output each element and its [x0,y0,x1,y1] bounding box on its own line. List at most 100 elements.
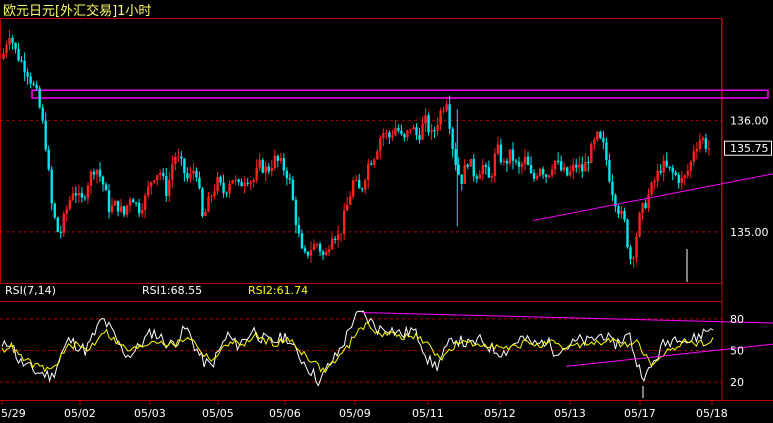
candle-body [553,160,557,170]
candle-body [572,164,575,172]
candle-body [17,48,20,61]
candle-body [62,214,65,234]
candle-body [348,196,352,205]
candle-body [373,159,376,165]
candle-body [578,164,581,168]
candle-body [339,233,343,235]
candle-body [297,225,301,234]
candle-body [587,161,590,163]
candle-body [599,131,602,139]
candle-body [8,37,11,45]
candle-body [237,179,240,182]
candle-body [86,185,90,198]
candle-body [424,115,427,124]
candle-body [493,153,497,176]
candle-body [2,53,5,60]
candle-body [605,142,608,161]
candle-body [436,124,439,131]
x-tick-label: 05/02 [64,407,96,420]
candle-body [701,138,705,141]
candle-body [321,251,325,256]
x-tick-label: 05/03 [134,407,166,420]
candle-body [445,104,448,111]
candle-body [35,84,38,89]
candle-body [668,166,671,168]
candle-body [137,203,141,214]
candle-body [189,173,192,179]
candle-body [122,206,126,215]
candle-body [204,211,207,216]
candle-body [113,200,117,206]
candle-body [581,164,584,172]
candle-body [635,236,638,258]
candle-body [680,177,683,184]
candle-body [409,129,412,131]
x-tick-label: 05/09 [339,407,371,420]
candle-body [258,159,261,168]
candle-body [333,238,337,240]
candle-body [611,181,614,196]
candle-body [354,180,358,182]
rsi-series-rsi2 [1,322,714,374]
candle-body [647,194,650,209]
candle-body [517,161,521,167]
candle-body [638,213,641,237]
candle-body [608,160,611,182]
candle-body [195,170,198,178]
candle-body [312,244,316,251]
x-tick-label: 05/17 [624,407,656,420]
candle-body [593,139,596,145]
candle-body [475,176,478,179]
chart-canvas: 135.75 136.00 135.00 80 50 20 5/29 05/02 05/03 05… [0,18,773,420]
candle-body [65,208,69,215]
candle-body [430,130,433,133]
candle-body [526,156,530,165]
candle-body [171,163,174,180]
price-tick-label: 135.75 [730,142,769,155]
candle-body [26,72,29,77]
candle-body [376,151,379,160]
candle-body [147,186,150,196]
candle-body [520,163,524,167]
candle-body [246,182,249,184]
candle-body [276,155,280,161]
candle-body [559,161,563,171]
rsi-tick-label: 80 [730,313,744,326]
candle-body [641,203,644,214]
candle-body [107,190,111,213]
candle-body [38,88,41,108]
candle-body [11,37,14,43]
x-tick-label: 05/06 [269,407,301,420]
candle-body [324,252,328,256]
resistance-band [31,89,769,99]
candle-body [523,156,527,164]
chart-stage: 欧元日元[外汇交易]1小时 RSI(7,14) RSI1:68.55 RSI2:… [0,0,773,423]
candle-body [632,257,635,260]
candle-body [5,44,8,54]
candle-body [659,170,662,173]
candle-body [370,163,373,165]
candle-body [288,178,292,180]
candle-body [421,123,424,140]
candle-body [629,247,632,260]
candle-body [391,135,394,138]
candle-body [671,167,674,173]
candle-body [255,167,258,181]
candle-body [484,165,488,167]
x-tick-label: 05/13 [554,407,586,420]
candle-body [502,160,506,163]
candle-body [56,217,59,232]
candle-body [656,170,659,182]
price-tick-label: 136.00 [730,114,769,127]
candle-body [514,160,518,162]
candle-body [216,176,219,192]
candle-body [89,171,93,186]
candle-body [617,206,620,215]
price-panel-frame [0,18,722,284]
candle-body [427,115,430,133]
candle-body [74,193,78,196]
candle-body [153,180,156,183]
candle-body [569,171,572,176]
candle-body [201,188,204,216]
candle-body [689,161,693,171]
